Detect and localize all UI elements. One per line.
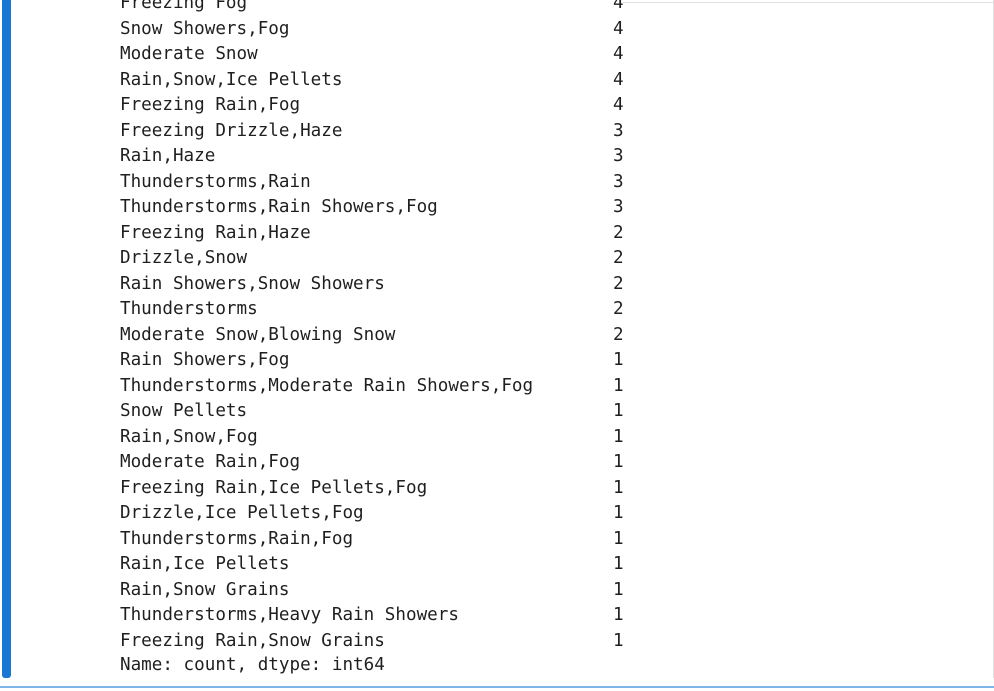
row-label: Rain,Snow,Fog: [120, 426, 258, 447]
row-count: 3: [613, 171, 624, 192]
row-label: Thunderstorms,Heavy Rain Showers: [120, 605, 459, 625]
row-label: Thunderstorms,Rain Showers,Fog: [120, 197, 438, 217]
row-count: 1: [613, 630, 624, 651]
row-label: Rain Showers,Fog: [120, 350, 290, 370]
row-label: Freezing Rain,Ice Pellets,Fog: [120, 477, 428, 498]
row-count: 1: [613, 477, 624, 498]
notebook-output-area: Freezing Fog 4 Snow Showers,Fog 4 Moderate S…: [0, 0, 994, 691]
row-count: 1: [613, 528, 624, 549]
row-label: Rain,Ice Pellets: [120, 554, 290, 574]
row-label: Drizzle,Ice Pellets,Fog: [120, 503, 364, 523]
row-count: 1: [613, 452, 624, 472]
row-label: Snow Showers,Fog: [120, 18, 290, 39]
row-count: 4: [613, 18, 624, 39]
row-label: Freezing Drizzle,Haze: [120, 120, 343, 141]
row-count: 2: [613, 248, 624, 268]
row-label: Rain,Haze: [120, 146, 216, 166]
row-label: Drizzle,Snow: [120, 248, 248, 268]
row-label: Thunderstorms: [120, 299, 258, 319]
row-label: Thunderstorms,Rain: [120, 171, 311, 192]
row-count: 1: [613, 401, 624, 421]
row-label: Thunderstorms,Rain,Fog: [120, 528, 354, 549]
row-count: 1: [613, 579, 624, 600]
series-footer: Name: count, dtype: int64: [120, 655, 385, 675]
row-count: 1: [613, 503, 624, 523]
row-label: Snow Pellets: [120, 401, 248, 421]
cell-bottom-border: [0, 686, 994, 688]
row-count: 1: [613, 554, 624, 574]
row-count: 4: [613, 95, 624, 115]
row-count: 3: [613, 146, 624, 166]
row-label: Moderate Snow: [120, 44, 258, 64]
row-count: 2: [613, 299, 624, 319]
row-count: 2: [613, 324, 624, 345]
row-count: 2: [613, 273, 624, 294]
row-count: 1: [613, 350, 624, 370]
row-label: Moderate Snow,Blowing Snow: [120, 324, 396, 345]
row-count: 3: [613, 120, 624, 141]
row-label: Thunderstorms,Moderate Rain Showers,Fog: [120, 375, 534, 396]
row-label: Freezing Rain,Fog: [120, 95, 301, 115]
row-label: Freezing Rain,Haze: [120, 222, 311, 243]
row-count: 2: [613, 222, 624, 243]
row-label: Moderate Rain,Fog: [120, 452, 301, 472]
row-count: 4: [613, 0, 624, 13]
row-count: 1: [613, 375, 624, 396]
row-label: Freezing Rain,Snow Grains: [120, 630, 385, 651]
row-label: Rain Showers,Snow Showers: [120, 273, 385, 294]
row-label: Rain,Snow,Ice Pellets: [120, 69, 343, 90]
row-label: Rain,Snow Grains: [120, 579, 290, 600]
row-count: 1: [613, 426, 624, 447]
cell-selection-bar[interactable]: [2, 0, 11, 678]
divider: [623, 2, 994, 3]
row-count: 4: [613, 69, 624, 90]
row-count: 3: [613, 197, 624, 217]
row-count: 4: [613, 44, 624, 64]
row-count: 1: [613, 605, 624, 625]
row-label: Freezing Fog: [120, 0, 248, 13]
